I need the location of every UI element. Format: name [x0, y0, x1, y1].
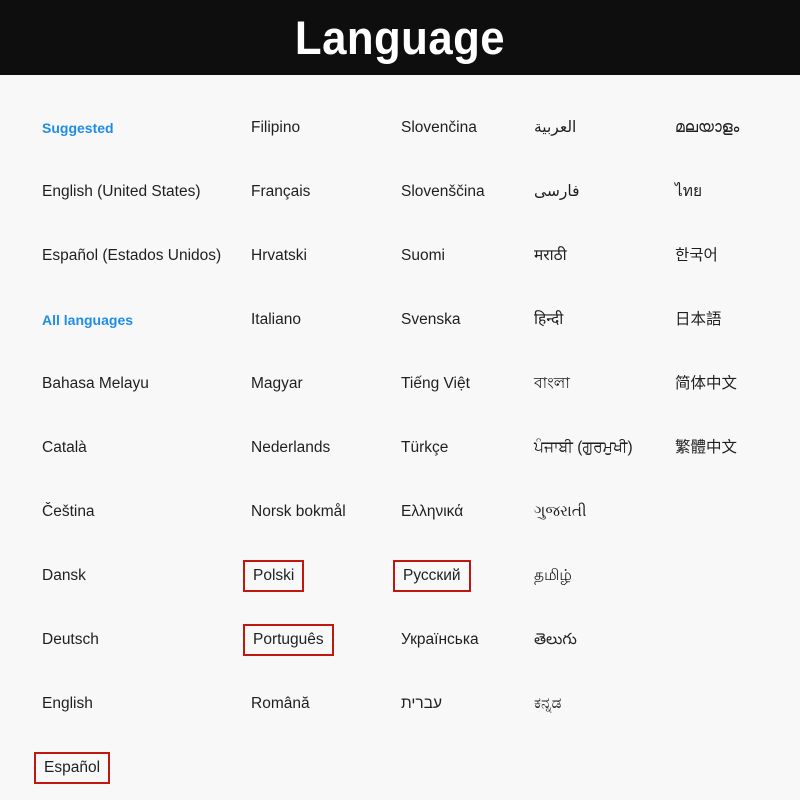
language-option-label: ગુજરાતી	[534, 503, 587, 521]
language-option-label: 日本語	[675, 311, 722, 329]
language-option[interactable]: Svenska	[401, 304, 460, 336]
language-option-label: Slovenčina	[401, 119, 477, 137]
language-option[interactable]: 简体中文	[675, 368, 737, 400]
language-option-label: বাংলা	[534, 375, 570, 393]
language-option-label: 繁體中文	[675, 439, 738, 457]
language-option-label: Русский	[403, 567, 461, 585]
language-option[interactable]: मराठी	[534, 240, 567, 272]
language-option[interactable]: ಕನ್ನಡ	[534, 688, 562, 720]
language-option-label: Italiano	[251, 311, 301, 329]
language-option-label: हिन्दी	[534, 311, 564, 329]
language-option-label: தமிழ்	[534, 567, 572, 585]
language-option[interactable]: עברית	[401, 688, 442, 720]
language-option-label: Slovenščina	[401, 183, 485, 201]
language-option-label: Українська	[401, 631, 479, 649]
language-option[interactable]: ਪੰਜਾਬੀ (ਗੁਰਮੁਖੀ)	[534, 432, 633, 464]
language-option[interactable]: Tiếng Việt	[401, 368, 470, 400]
section-header: All languages	[42, 304, 133, 336]
language-option[interactable]: Nederlands	[251, 432, 330, 464]
language-option[interactable]: Hrvatski	[251, 240, 307, 272]
page-title: Language	[294, 11, 506, 64]
language-option-highlighted[interactable]: Русский	[393, 560, 471, 592]
language-option[interactable]: বাংলা	[534, 368, 570, 400]
language-option-highlighted[interactable]: Português	[243, 624, 334, 656]
language-option-label: English	[42, 695, 93, 713]
language-option[interactable]: Deutsch	[42, 624, 99, 656]
language-option[interactable]: Bahasa Melayu	[42, 368, 149, 400]
language-option[interactable]: Slovenčina	[401, 112, 477, 144]
language-option[interactable]: 한국어	[675, 240, 718, 272]
language-option-label: Magyar	[251, 375, 303, 393]
language-option-label: ไทย	[675, 183, 703, 201]
language-option-label: עברית	[401, 695, 442, 713]
language-option[interactable]: Filipino	[251, 112, 300, 144]
language-option[interactable]: Norsk bokmål	[251, 496, 346, 528]
language-option-label: मराठी	[534, 247, 567, 265]
language-option-label: 简体中文	[675, 375, 738, 393]
language-option[interactable]: فارسی	[534, 176, 580, 208]
language-option-label: ಕನ್ನಡ	[534, 695, 562, 713]
language-option[interactable]: Català	[42, 432, 87, 464]
language-option[interactable]: Dansk	[42, 560, 86, 592]
language-columns: Suggested English (United States) Español …	[0, 75, 800, 800]
language-option-label: 한국어	[675, 247, 718, 265]
language-option-label: Français	[251, 183, 311, 201]
language-option[interactable]: Ελληνικά	[401, 496, 463, 528]
language-option-label: Español (Estados Unidos)	[42, 247, 222, 265]
language-option-label: Deutsch	[42, 631, 99, 649]
language-option-label: Nederlands	[251, 439, 331, 457]
language-option[interactable]: Română	[251, 688, 310, 720]
language-option-label: English (United States)	[42, 183, 201, 201]
language-option[interactable]: العربية	[534, 112, 576, 144]
language-option[interactable]: Slovenščina	[401, 176, 485, 208]
page-header: Language	[0, 0, 800, 75]
language-option-label: Svenska	[401, 311, 461, 329]
language-option-label: Filipino	[251, 119, 301, 137]
language-option[interactable]: Français	[251, 176, 310, 208]
language-option-label: Türkçe	[401, 439, 449, 457]
language-option-label: Tiếng Việt	[401, 375, 470, 393]
language-option-label: Ελληνικά	[401, 503, 464, 521]
language-option[interactable]: Italiano	[251, 304, 301, 336]
language-option-label: العربية	[534, 119, 577, 137]
language-option[interactable]: हिन्दी	[534, 304, 563, 336]
section-header-label: All languages	[42, 312, 134, 328]
language-option-label: فارسی	[534, 183, 580, 201]
language-option[interactable]: Suomi	[401, 240, 445, 272]
language-option[interactable]: Español (Estados Unidos)	[42, 240, 221, 272]
language-option[interactable]: ไทย	[675, 176, 702, 208]
language-option[interactable]: తెలుగు	[534, 624, 577, 656]
language-option-label: తెలుగు	[534, 631, 577, 649]
language-option-highlighted[interactable]: Polski	[243, 560, 305, 592]
language-option-label: Suomi	[401, 247, 445, 265]
language-option[interactable]: 繁體中文	[675, 432, 737, 464]
language-option-label: Română	[251, 695, 310, 713]
language-option[interactable]: English	[42, 688, 93, 720]
language-option[interactable]: മലയാളം	[675, 112, 739, 144]
language-option[interactable]: தமிழ்	[534, 560, 572, 592]
language-option-label: Čeština	[42, 503, 95, 521]
language-option[interactable]: Magyar	[251, 368, 303, 400]
language-option-label: Português	[253, 631, 324, 649]
language-option-label: Bahasa Melayu	[42, 375, 149, 393]
language-option[interactable]: ગુજરાતી	[534, 496, 587, 528]
language-option-label: Norsk bokmål	[251, 503, 346, 521]
language-option-label: Català	[42, 439, 87, 457]
language-option[interactable]: English (United States)	[42, 176, 201, 208]
language-option[interactable]: 日本語	[675, 304, 722, 336]
language-option-label: Español	[44, 759, 101, 777]
section-header-label: Suggested	[42, 120, 114, 136]
language-option-label: Polski	[253, 567, 295, 585]
language-option-label: Dansk	[42, 567, 86, 585]
language-option[interactable]: Čeština	[42, 496, 95, 528]
language-option-label: മലയാളം	[675, 119, 740, 137]
language-option-label: ਪੰਜਾਬੀ (ਗੁਰਮੁਖੀ)	[534, 439, 633, 457]
language-option[interactable]: Türkçe	[401, 432, 448, 464]
language-option-label: Hrvatski	[251, 247, 307, 265]
language-picker-screen: Language Suggested English (United States…	[0, 0, 800, 800]
section-header: Suggested	[42, 112, 114, 144]
language-option[interactable]: Українська	[401, 624, 479, 656]
language-option-highlighted[interactable]: Español	[34, 752, 111, 784]
